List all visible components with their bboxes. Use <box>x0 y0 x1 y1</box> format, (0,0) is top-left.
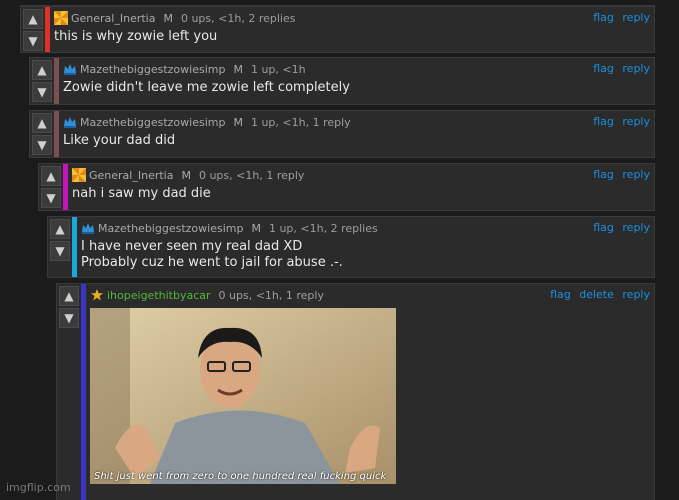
comment-meta: ihopeigethitbyacar 0 ups, <1h, 1 reply <box>90 288 324 302</box>
comment-text-line: I have never seen my real dad XD <box>81 239 303 254</box>
comment-text: I have never seen my real dad XD Probabl… <box>81 239 343 271</box>
comment: ▲ ▼ Mazethebiggestzowiesimp M 1 up, <1h,… <box>47 216 655 278</box>
meme-illustration <box>90 308 396 484</box>
comment-stats: 0 ups, <1h, 2 replies <box>180 11 296 25</box>
vote-controls: ▲ ▼ <box>50 219 70 263</box>
upvote-button[interactable]: ▲ <box>32 60 52 80</box>
comment-actions: flag reply <box>588 221 650 234</box>
comment: ▲ ▼ Mazethebiggestzowiesimp M 1 up, <1h,… <box>29 110 655 158</box>
comment-meta: Mazethebiggestzowiesimp M 1 up, <1h <box>63 62 306 76</box>
reply-link[interactable]: reply <box>622 115 650 128</box>
mod-badge: M <box>163 11 173 25</box>
vote-controls: ▲ ▼ <box>32 60 52 104</box>
comment: ▲ ▼ General_Inertia M 0 ups, <1h, 2 repl… <box>20 6 655 53</box>
mod-badge: M <box>251 221 261 235</box>
reply-link[interactable]: reply <box>622 221 650 234</box>
username-link[interactable]: General_Inertia <box>89 169 173 182</box>
downvote-button[interactable]: ▼ <box>32 135 52 155</box>
thread-bar <box>72 217 77 277</box>
downvote-button[interactable]: ▼ <box>23 31 43 51</box>
comment-text: this is why zowie left you <box>54 29 218 44</box>
comment-actions: flag reply <box>588 115 650 128</box>
comment-actions: flag reply <box>588 11 650 24</box>
username-link[interactable]: Mazethebiggestzowiesimp <box>80 63 225 76</box>
crown-avatar-icon <box>64 64 76 75</box>
username-link[interactable]: ihopeigethitbyacar <box>107 289 211 302</box>
comment-stats: 1 up, <1h, 1 reply <box>250 115 351 129</box>
downvote-button[interactable]: ▼ <box>59 308 79 328</box>
upvote-button[interactable]: ▲ <box>41 166 61 186</box>
vote-controls: ▲ ▼ <box>41 166 61 210</box>
comment: ▲ ▼ Mazethebiggestzowiesimp M 1 up, <1h … <box>29 57 655 105</box>
comment-text-line: Probably cuz he went to jail for abuse .… <box>81 255 343 270</box>
downvote-button[interactable]: ▼ <box>50 241 70 261</box>
comment-stats: 1 up, <1h, 2 replies <box>268 221 378 235</box>
crown-avatar-icon <box>64 117 76 128</box>
vote-controls: ▲ ▼ <box>23 9 43 53</box>
flag-link[interactable]: flag <box>550 288 571 301</box>
mod-badge: M <box>233 62 243 76</box>
username-link[interactable]: Mazethebiggestzowiesimp <box>80 116 225 129</box>
watermark: imgflip.com <box>6 481 71 494</box>
pinwheel-avatar-icon <box>54 11 68 25</box>
mod-badge: M <box>233 115 243 129</box>
reply-link[interactable]: reply <box>622 168 650 181</box>
crown-avatar-icon <box>82 223 94 234</box>
comment-stats: 0 ups, <1h, 1 reply <box>198 168 305 182</box>
comment-text: Like your dad did <box>63 133 176 148</box>
upvote-button[interactable]: ▲ <box>23 9 43 29</box>
comment-actions: flag reply <box>588 168 650 181</box>
vote-controls: ▲ ▼ <box>59 286 79 330</box>
mod-badge: M <box>181 168 191 182</box>
comment-text: nah i saw my dad die <box>72 186 211 201</box>
comment-meta: Mazethebiggestzowiesimp M 1 up, <1h, 1 r… <box>63 115 351 129</box>
comment-meta: General_Inertia M 0 ups, <1h, 2 replies <box>54 11 295 25</box>
flag-link[interactable]: flag <box>593 221 614 234</box>
comment-text: Zowie didn't leave me zowie left complet… <box>63 80 350 95</box>
comment: ▲ ▼ General_Inertia M 0 ups, <1h, 1 repl… <box>38 163 655 211</box>
comment-meta: Mazethebiggestzowiesimp M 1 up, <1h, 2 r… <box>81 221 378 235</box>
flag-link[interactable]: flag <box>593 62 614 75</box>
username-link[interactable]: Mazethebiggestzowiesimp <box>98 222 243 235</box>
comment: ▲ ▼ ihopeigethitbyacar 0 ups, <1h, 1 rep… <box>56 283 655 500</box>
pinwheel-avatar-icon <box>72 168 86 182</box>
star-avatar-icon <box>90 288 104 302</box>
comment-stats: 1 up, <1h <box>250 62 306 76</box>
thread-bar <box>54 58 59 104</box>
delete-link[interactable]: delete <box>579 288 614 301</box>
upvote-button[interactable]: ▲ <box>32 113 52 133</box>
flag-link[interactable]: flag <box>593 115 614 128</box>
comment-actions: flag delete reply <box>545 288 650 301</box>
downvote-button[interactable]: ▼ <box>41 188 61 208</box>
username-link[interactable]: General_Inertia <box>71 12 155 25</box>
reply-link[interactable]: reply <box>622 11 650 24</box>
thread-bar <box>63 164 68 210</box>
thread-bar <box>81 284 86 500</box>
upvote-button[interactable]: ▲ <box>59 286 79 306</box>
meme-image[interactable]: Shit just went from zero to one hundred … <box>90 308 396 484</box>
image-caption: Shit just went from zero to one hundred … <box>94 471 387 482</box>
upvote-button[interactable]: ▲ <box>50 219 70 239</box>
reply-link[interactable]: reply <box>622 288 650 301</box>
vote-controls: ▲ ▼ <box>32 113 52 157</box>
downvote-button[interactable]: ▼ <box>32 82 52 102</box>
comment-actions: flag reply <box>588 62 650 75</box>
flag-link[interactable]: flag <box>593 168 614 181</box>
comment-meta: General_Inertia M 0 ups, <1h, 1 reply <box>72 168 304 182</box>
thread-bar <box>54 111 59 157</box>
flag-link[interactable]: flag <box>593 11 614 24</box>
comment-stats: 0 ups, <1h, 1 reply <box>218 288 324 302</box>
thread-bar <box>45 7 50 52</box>
reply-link[interactable]: reply <box>622 62 650 75</box>
